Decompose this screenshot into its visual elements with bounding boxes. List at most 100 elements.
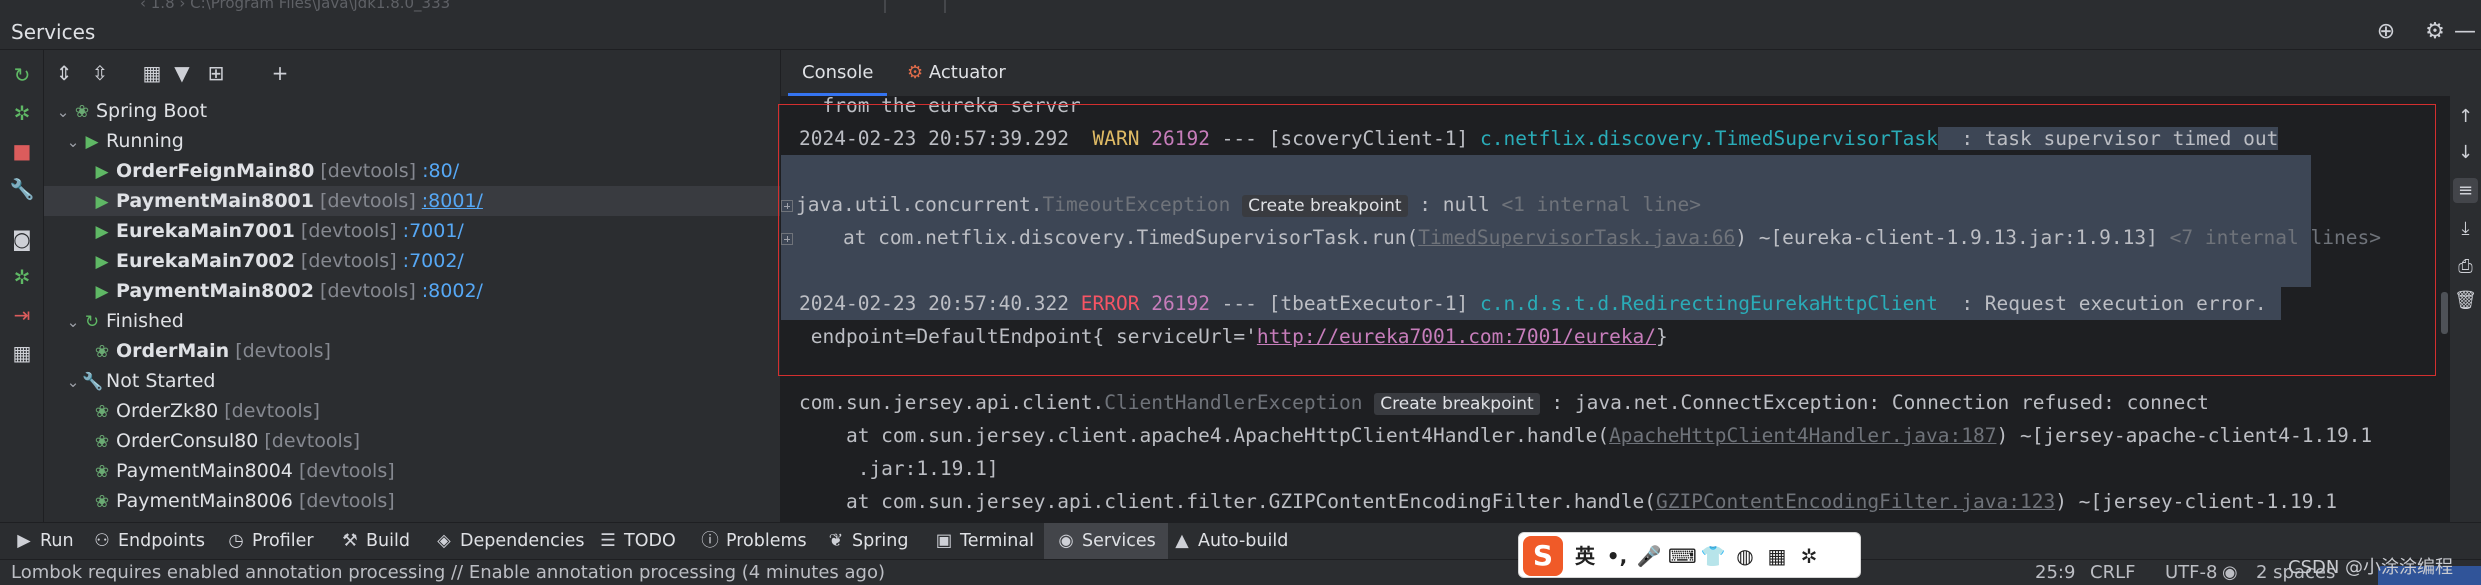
tab-dependencies[interactable]: ◈ Dependencies <box>434 523 584 560</box>
service-url-link[interactable]: http://eureka7001.com:7001/eureka/ <box>1257 325 1656 348</box>
console-line: from the eureka server <box>799 96 1081 117</box>
language-toggle[interactable]: 英 <box>1572 541 1598 571</box>
tab-services[interactable]: ◉ Services <box>1044 523 1168 560</box>
exit-icon[interactable]: ⇥ <box>9 302 35 328</box>
eye-icon[interactable]: ◉ <box>2222 560 2238 585</box>
expand-fold-icon[interactable] <box>781 199 793 212</box>
expand-fold-icon[interactable] <box>781 232 793 245</box>
new-tab-icon[interactable]: ⊞ <box>202 59 230 87</box>
create-breakpoint-button[interactable]: Create breakpoint <box>1374 393 1540 415</box>
stop-icon[interactable]: ■ <box>9 138 35 164</box>
scroll-up-icon[interactable]: ↑ <box>2453 104 2478 129</box>
tab-problems[interactable]: ⓘ Problems <box>700 523 806 560</box>
keyboard-icon[interactable]: ⌨ <box>1668 541 1697 571</box>
debug-settings-icon[interactable]: ✲ <box>9 264 35 290</box>
tab-run[interactable]: ▶ Run <box>14 523 73 560</box>
scroll-down-icon[interactable]: ↓ <box>2453 140 2478 165</box>
console-tab-bar: Console ⚙ Actuator <box>780 50 2481 96</box>
gear-icon[interactable]: ⚙ <box>2422 19 2448 45</box>
tab-endpoints[interactable]: ⚇ Endpoints <box>92 523 205 560</box>
exception-link[interactable]: ClientHandlerException <box>1104 391 1362 414</box>
toolbox-icon[interactable]: ▦ <box>1764 541 1790 571</box>
group-by-icon[interactable]: ▦ <box>138 59 166 87</box>
tree-node-not-started[interactable]: ⌄ 🔧 Not Started <box>64 366 216 396</box>
crosshair-icon[interactable]: ⊕ <box>2373 19 2399 45</box>
tree-item-paymentmain8006[interactable]: ❀ PaymentMain8006 [devtools] <box>92 486 395 516</box>
tree-node-spring-boot[interactable]: ⌄ ❀ Spring Boot <box>54 96 207 126</box>
chevron-down-icon[interactable]: ⌄ <box>64 127 82 157</box>
camera-icon[interactable]: ◙ <box>9 226 35 252</box>
exception-link[interactable]: TimeoutException <box>1043 193 1231 216</box>
punctuation-icon[interactable]: •, <box>1604 541 1630 571</box>
file-encoding[interactable]: UTF-8 <box>2165 560 2217 585</box>
jdk-path-text: ‹ 1.8 › C:\Program Files\Java\jdk1.8.0_3… <box>140 0 451 12</box>
tree-item-orderzk80[interactable]: ❀ OrderZk80 [devtools] <box>92 396 320 426</box>
top-strip: ‹ 1.8 › C:\Program Files\Java\jdk1.8.0_3… <box>0 0 2481 13</box>
add-service-icon[interactable]: + <box>266 59 294 87</box>
console-scrollbar[interactable] <box>2441 292 2448 334</box>
console-line: at com.sun.jersey.client.apache4.ApacheH… <box>799 424 2373 447</box>
rerun-icon[interactable]: ↻ <box>9 62 35 88</box>
chevron-down-icon[interactable]: ⌄ <box>64 367 82 397</box>
tree-item-eurekamain7001[interactable]: ▶ EurekaMain7001 [devtools] :7001/ <box>92 216 463 246</box>
run-icon: ▶ <box>95 282 109 302</box>
console-line: java.util.concurrent.TimeoutException Cr… <box>781 188 2311 221</box>
soft-wrap-icon[interactable]: ≡ <box>2453 178 2478 203</box>
tree-item-paymentmain8004[interactable]: ❀ PaymentMain8004 [devtools] <box>92 456 395 486</box>
print-icon[interactable]: ⎙ <box>2453 254 2478 279</box>
console-output[interactable]: from the eureka server 2024-02-23 20:57:… <box>780 96 2450 522</box>
internal-lines-toggle[interactable]: <1 internal line> <box>1501 193 1701 216</box>
tab-actuator[interactable]: ⚙ Actuator <box>893 50 1020 96</box>
ime-toolbar: S 英 •, 🎤 ⌨ 👕 ◍ ▦ ✲ <box>1518 532 1861 578</box>
minimize-icon[interactable]: — <box>2452 19 2478 45</box>
tree-item-orderconsul80[interactable]: ❀ OrderConsul80 [devtools] <box>92 426 360 456</box>
tab-terminal[interactable]: ▣ Terminal <box>934 523 1034 560</box>
expand-all-icon[interactable]: ⇕ <box>50 59 78 87</box>
chevron-down-icon[interactable]: ⌄ <box>54 97 72 127</box>
create-breakpoint-button[interactable]: Create breakpoint <box>1242 195 1408 217</box>
tab-profiler[interactable]: ◷ Profiler <box>226 523 313 560</box>
filter-icon[interactable]: ▼ <box>168 59 196 87</box>
sogou-logo[interactable]: S <box>1523 536 1563 576</box>
spring-boot-icon: ❀ <box>94 462 110 482</box>
internal-lines-toggle[interactable]: <7 internal lines> <box>2170 226 2381 249</box>
tree-item-paymentmain8001[interactable]: ▶ PaymentMain8001 [devtools] :8001/ <box>44 186 780 216</box>
spring-boot-icon: ❀ <box>94 432 110 452</box>
console-line: .jar:1.19.1] <box>799 457 999 480</box>
tree-item-ordermain[interactable]: ❀ OrderMain [devtools] <box>92 336 331 366</box>
settings-icon[interactable]: ✲ <box>1796 541 1822 571</box>
chevron-down-icon[interactable]: ⌄ <box>64 307 82 337</box>
tree-item-paymentmain8002[interactable]: ▶ PaymentMain8002 [devtools] :8002/ <box>92 276 482 306</box>
tree-node-finished[interactable]: ⌄ ↻ Finished <box>64 306 184 336</box>
collapse-all-icon[interactable]: ⇳ <box>86 59 114 87</box>
caret-position[interactable]: 25:9 <box>2035 560 2075 585</box>
tab-console[interactable]: Console <box>788 50 888 96</box>
console-line: 2024-02-23 20:57:39.292 WARN 26192 --- [… <box>799 127 2279 150</box>
debug-icon[interactable]: ✲ <box>9 100 35 126</box>
tab-spring[interactable]: ❦ Spring <box>826 523 909 560</box>
tab-todo[interactable]: ☰ TODO <box>598 523 676 560</box>
tree-item-orderfeignmain80[interactable]: ▶ OrderFeignMain80 [devtools] :80/ <box>92 156 459 186</box>
layout-icon[interactable]: ▦ <box>9 340 35 366</box>
console-line-blank <box>781 254 2311 287</box>
scroll-to-end-icon[interactable]: ⤓ <box>2453 216 2478 241</box>
tree-item-eurekamain7002[interactable]: ▶ EurekaMain7002 [devtools] :7002/ <box>92 246 463 276</box>
gamepad-icon[interactable]: ◍ <box>1732 541 1758 571</box>
microphone-icon[interactable]: 🎤 <box>1636 541 1662 571</box>
wrench-icon[interactable]: 🔧 <box>9 176 35 202</box>
list-icon: ☰ <box>600 531 616 551</box>
clear-all-icon[interactable]: 🗑 <box>2453 288 2478 313</box>
source-link[interactable]: ApacheHttpClient4Handler.java:187 <box>1609 424 1996 447</box>
tree-node-running[interactable]: ⌄ ▶ Running <box>64 126 184 156</box>
console-line: at com.sun.jersey.api.client.filter.GZIP… <box>799 490 2337 513</box>
source-link[interactable]: GZIPContentEncodingFilter.java:123 <box>1656 490 2055 513</box>
tab-build[interactable]: ⚒ Build <box>340 523 410 560</box>
tool-window-header: Services ⊕ ⚙ — <box>0 13 2481 50</box>
services-tree: ⌄ ❀ Spring Boot ⌄ ▶ Running ▶ OrderFeignMain8… <box>44 96 780 522</box>
skin-icon[interactable]: 👕 <box>1700 541 1726 571</box>
source-link[interactable]: TimedSupervisorTask.java:66 <box>1418 226 1735 249</box>
status-message[interactable]: Lombok requires enabled annotation proce… <box>11 560 885 585</box>
run-icon: ▶ <box>95 162 109 182</box>
tab-auto-build[interactable]: ▲ Auto-build <box>1172 523 1288 560</box>
line-separator[interactable]: CRLF <box>2090 560 2135 585</box>
